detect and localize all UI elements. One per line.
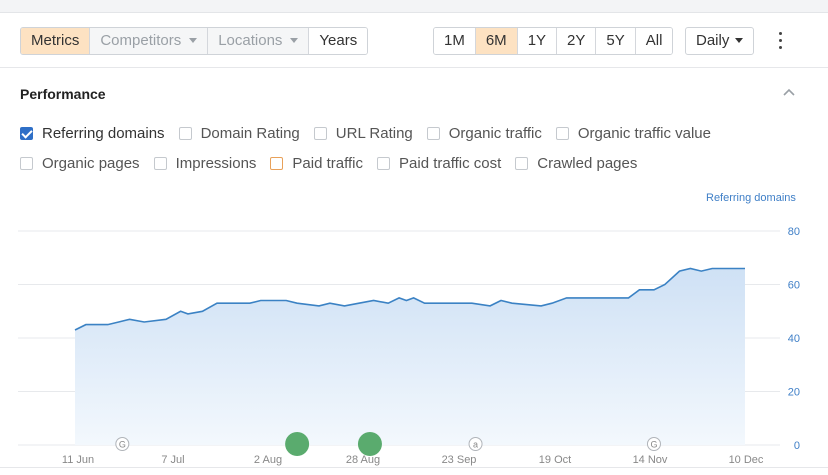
annotation-marker-label: G bbox=[119, 440, 126, 450]
period-all-button[interactable]: All bbox=[634, 28, 673, 54]
area-fill bbox=[75, 268, 745, 445]
x-tick-label: 10 Dec bbox=[729, 454, 764, 466]
checkbox-crawled-pages[interactable]: Crawled pages bbox=[515, 155, 637, 172]
y-tick-label: 80 bbox=[788, 226, 800, 238]
years-tab[interactable]: Years bbox=[308, 28, 368, 54]
y-axis-series-label: Referring domains bbox=[706, 192, 796, 204]
performance-card: Metrics Competitors Locations Years 1M 6… bbox=[0, 12, 828, 475]
checkbox-impressions[interactable]: Impressions bbox=[153, 155, 256, 172]
y-tick-label: 40 bbox=[788, 333, 800, 345]
referring-domains-chart[interactable]: 0 20 40 60 80 11 Jun 7 Jul 2 Aug 28 Aug 23 Sep 19… bbox=[0, 211, 828, 467]
period-6m-button[interactable]: 6M bbox=[474, 28, 517, 54]
period-1m-button[interactable]: 1M bbox=[434, 28, 475, 54]
interval-dropdown[interactable]: Daily bbox=[685, 27, 755, 55]
y-tick-label: 20 bbox=[788, 387, 800, 399]
checkbox-paid-traffic-cost[interactable]: Paid traffic cost bbox=[377, 155, 501, 172]
checkbox-domain-rating[interactable]: Domain Rating bbox=[178, 125, 300, 142]
checkmark-icon bbox=[20, 127, 33, 140]
checkbox-url-rating[interactable]: URL Rating bbox=[313, 125, 413, 142]
x-tick-label: 11 Jun bbox=[62, 454, 94, 466]
x-tick-label: 14 Nov bbox=[633, 454, 668, 466]
x-tick-label: 2 Aug bbox=[254, 454, 282, 466]
y-tick-label: 60 bbox=[788, 280, 800, 292]
section-title: Performance bbox=[20, 86, 106, 102]
checkbox-organic-pages[interactable]: Organic pages bbox=[20, 155, 140, 172]
annotation-marker-label: a bbox=[473, 440, 478, 450]
metric-checkboxes-row-1: Referring domains Domain Rating URL Rati… bbox=[20, 125, 725, 142]
x-tick-label: 23 Sep bbox=[442, 454, 477, 466]
event-marker[interactable] bbox=[285, 432, 310, 456]
metric-checkboxes-row-2: Organic pages Impressions Paid traffic P… bbox=[20, 155, 651, 172]
checkbox-organic-traffic-value[interactable]: Organic traffic value bbox=[555, 125, 711, 142]
metrics-tab[interactable]: Metrics bbox=[21, 28, 90, 54]
x-tick-label: 19 Oct bbox=[539, 454, 571, 466]
caret-down-icon bbox=[735, 37, 744, 43]
period-1y-button[interactable]: 1Y bbox=[516, 28, 557, 54]
competitors-dropdown[interactable]: Competitors bbox=[89, 28, 208, 54]
period-2y-button[interactable]: 2Y bbox=[556, 28, 596, 54]
period-5y-button[interactable]: 5Y bbox=[595, 28, 635, 54]
more-options-icon[interactable] bbox=[772, 31, 788, 51]
checkbox-paid-traffic[interactable]: Paid traffic bbox=[270, 155, 363, 172]
annotation-marker-label: G bbox=[650, 440, 657, 450]
chevron-down-icon bbox=[290, 37, 299, 43]
chevron-up-icon[interactable] bbox=[782, 87, 796, 97]
y-tick-label: 0 bbox=[794, 440, 800, 452]
x-tick-label: 28 Aug bbox=[346, 454, 380, 466]
period-selector: 1M 6M 1Y 2Y 5Y All bbox=[433, 27, 674, 55]
checkbox-referring-domains[interactable]: Referring domains bbox=[20, 125, 165, 142]
x-tick-label: 7 Jul bbox=[161, 454, 184, 466]
view-mode-selector: Metrics Competitors Locations Years bbox=[20, 27, 369, 55]
toolbar: Metrics Competitors Locations Years 1M 6… bbox=[0, 13, 828, 68]
chevron-down-icon bbox=[189, 37, 198, 43]
checkbox-organic-traffic[interactable]: Organic traffic bbox=[426, 125, 542, 142]
locations-dropdown[interactable]: Locations bbox=[207, 28, 309, 54]
divider bbox=[0, 467, 828, 468]
event-marker[interactable] bbox=[357, 432, 382, 456]
